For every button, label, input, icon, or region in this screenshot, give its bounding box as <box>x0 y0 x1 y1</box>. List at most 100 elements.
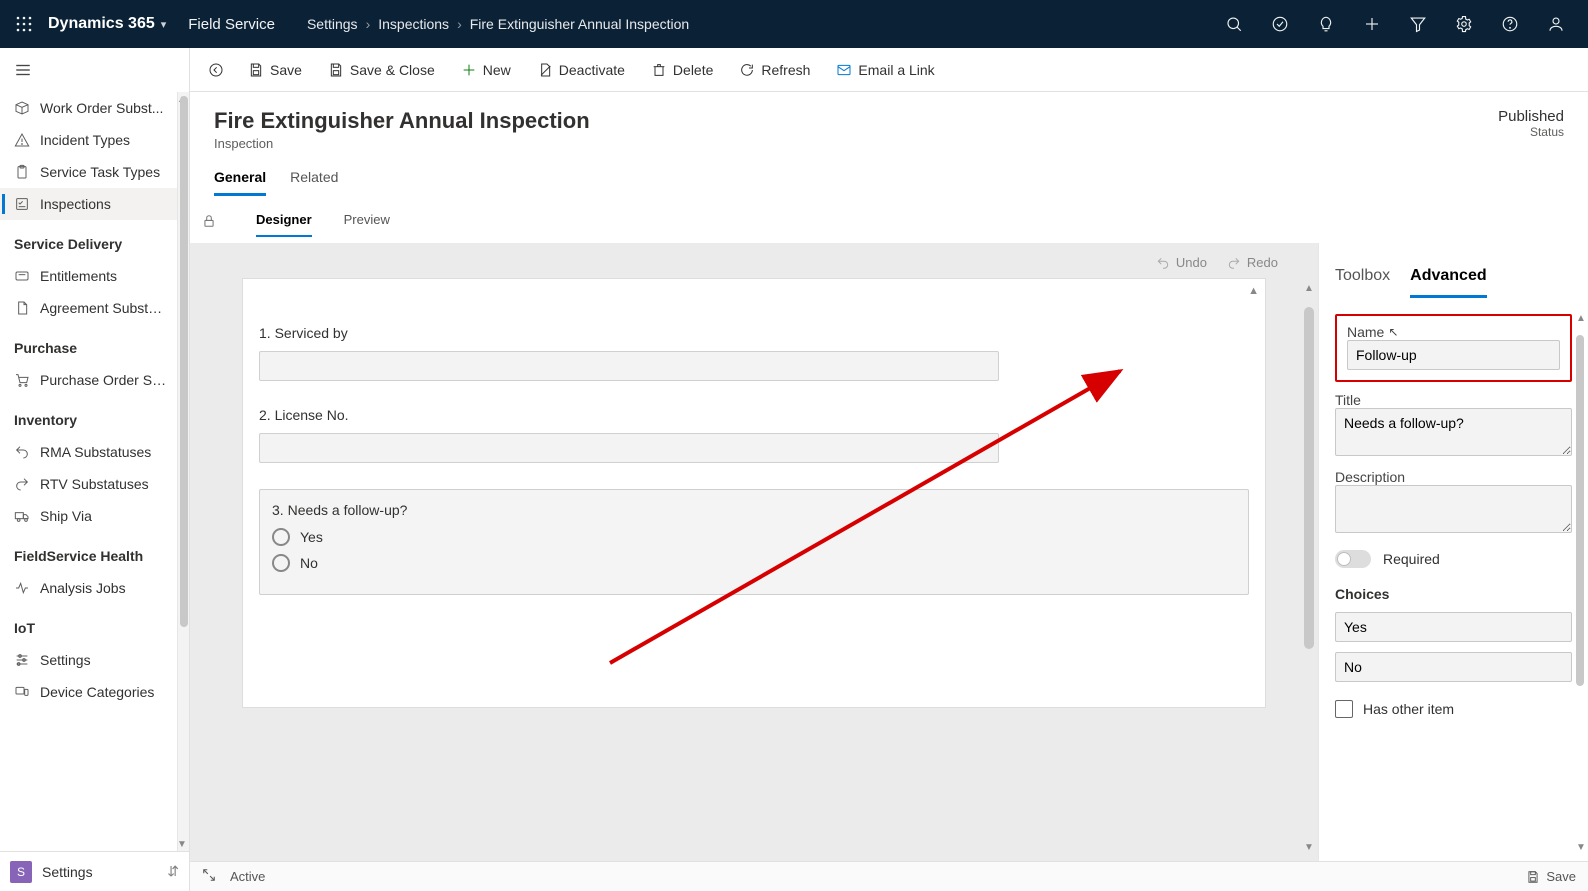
settings-gear-icon[interactable] <box>1442 0 1486 48</box>
sidebar-item-device-categories[interactable]: Device Categories <box>0 676 181 708</box>
nav-section-title: Service Delivery <box>0 220 181 260</box>
add-icon[interactable] <box>1350 0 1394 48</box>
title-input[interactable]: Needs a follow-up? <box>1335 408 1572 456</box>
cursor-icon: ↖ <box>1388 325 1398 339</box>
canvas-column: Undo Redo ▲ 1. Serviced by <box>190 243 1318 861</box>
filter-icon[interactable] <box>1396 0 1440 48</box>
choice-input-1[interactable] <box>1335 652 1572 682</box>
has-other-checkbox[interactable] <box>1335 700 1353 718</box>
return-icon <box>14 444 30 460</box>
sidenav-toggle[interactable] <box>0 48 189 92</box>
undo-button[interactable]: Undo <box>1156 255 1207 270</box>
expand-icon[interactable] <box>202 868 216 885</box>
entity-name: Inspection <box>214 136 590 151</box>
sidebar-item-entitlements[interactable]: Entitlements <box>0 260 181 292</box>
question-2[interactable]: 2. License No. <box>259 407 1249 463</box>
chevron-up-icon[interactable]: ▲ <box>1304 283 1314 294</box>
radio-option-yes[interactable]: Yes <box>272 528 1236 546</box>
save_close-button[interactable]: Save & Close <box>318 56 445 84</box>
cmd-label: Email a Link <box>858 62 934 78</box>
scrollbar-thumb[interactable] <box>180 96 188 627</box>
sidenav-scroll[interactable]: Work Order Subst...Incident Types Service… <box>0 92 189 851</box>
name-input[interactable] <box>1347 340 1560 370</box>
sidebar-item-rma-substatuses[interactable]: RMA Substatuses <box>0 436 181 468</box>
page-title: Fire Extinguisher Annual Inspection <box>214 108 590 134</box>
crumb-1[interactable]: Inspections <box>378 16 449 32</box>
sidebar-item-ship-via[interactable]: Ship Via <box>0 500 181 532</box>
chevron-down-icon[interactable]: ▼ <box>1576 842 1586 853</box>
delete-button[interactable]: Delete <box>641 56 723 84</box>
canvas-scroll[interactable]: ▲ 1. Serviced by 2. License No. 3. Needs <box>190 278 1318 861</box>
question-3-selected[interactable]: 3. Needs a follow-up? Yes No <box>259 489 1249 595</box>
tab-related[interactable]: Related <box>290 169 338 196</box>
required-row: Required <box>1335 550 1572 568</box>
choice-input-0[interactable] <box>1335 612 1572 642</box>
tab-general[interactable]: General <box>214 169 266 196</box>
sidebar-item-label: RMA Substatuses <box>40 444 167 460</box>
truck-icon <box>14 508 30 524</box>
name-field-highlight: Name ↖ <box>1335 314 1572 382</box>
prop-tab-advanced[interactable]: Advanced <box>1410 267 1486 298</box>
sidenav-area-switcher[interactable]: S Settings ⇵ <box>0 851 189 891</box>
sidebar-item-agreement-substa[interactable]: Agreement Substa... <box>0 292 181 324</box>
user-icon[interactable] <box>1534 0 1578 48</box>
save-button[interactable]: Save <box>238 56 312 84</box>
updown-icon: ⇵ <box>167 863 179 880</box>
subtab-designer[interactable]: Designer <box>256 206 312 237</box>
cart-icon <box>14 372 30 388</box>
collapse-icon[interactable]: ▲ <box>1248 285 1259 297</box>
breadcrumb: Settings › Inspections › Fire Extinguish… <box>307 16 689 32</box>
brand-switcher[interactable]: Dynamics 365 ▾ <box>46 15 166 33</box>
quick-save-label: Save <box>1546 869 1576 884</box>
help-icon[interactable] <box>1488 0 1532 48</box>
chevron-down-icon[interactable]: ▼ <box>1304 842 1314 853</box>
crumb-0[interactable]: Settings <box>307 16 358 32</box>
sidebar-item-inspections[interactable]: Inspections <box>0 188 181 220</box>
task-target-icon[interactable] <box>1258 0 1302 48</box>
chevron-up-icon[interactable]: ▲ <box>1576 313 1586 324</box>
canvas-scrollbar[interactable]: ▲ ▼ <box>1304 283 1314 853</box>
choices-label: Choices <box>1335 586 1572 602</box>
sidebar-item-settings[interactable]: Settings <box>0 644 181 676</box>
warning-icon <box>14 132 30 148</box>
nav-section-title: IoT <box>0 604 181 644</box>
scrollbar-thumb[interactable] <box>1576 335 1584 686</box>
question-1[interactable]: 1. Serviced by <box>259 325 1249 381</box>
app-launcher[interactable] <box>10 10 38 38</box>
app-body: Work Order Subst...Incident Types Service… <box>0 48 1588 891</box>
description-input[interactable] <box>1335 485 1572 533</box>
back-button[interactable] <box>198 56 234 84</box>
sidebar-item-rtv-substatuses[interactable]: RTV Substatuses <box>0 468 181 500</box>
crumb-2[interactable]: Fire Extinguisher Annual Inspection <box>470 16 689 32</box>
sidebar-item-label: Service Task Types <box>40 164 167 180</box>
quick-save[interactable]: Save <box>1526 869 1576 884</box>
sidebar-item-work-order-subst[interactable]: Work Order Subst... <box>0 92 181 124</box>
sidebar-item-label: Settings <box>40 652 167 668</box>
new-button[interactable]: New <box>451 56 521 84</box>
required-toggle[interactable] <box>1335 550 1371 568</box>
prop-tab-toolbox[interactable]: Toolbox <box>1335 267 1390 298</box>
sidebar-item-service-task-types[interactable]: Service Task Types <box>0 156 181 188</box>
chevron-down-icon[interactable]: ▼ <box>177 839 187 849</box>
scrollbar-thumb[interactable] <box>1304 307 1314 649</box>
form-tabs: General Related <box>190 151 1588 196</box>
question-2-input[interactable] <box>259 433 999 463</box>
question-1-input[interactable] <box>259 351 999 381</box>
sidebar-item-purchase-order-su[interactable]: Purchase Order Su... <box>0 364 181 396</box>
sidenav-scrollbar[interactable]: ▲ ▼ <box>177 92 189 851</box>
email-button[interactable]: Email a Link <box>826 56 944 84</box>
has-other-label: Has other item <box>1363 701 1454 717</box>
deactivate-button[interactable]: Deactivate <box>527 56 635 84</box>
properties-scrollbar[interactable]: ▲ ▼ <box>1576 313 1586 853</box>
search-icon[interactable] <box>1212 0 1256 48</box>
doc-icon <box>14 300 30 316</box>
refresh-button[interactable]: Refresh <box>729 56 820 84</box>
sidebar-item-analysis-jobs[interactable]: Analysis Jobs <box>0 572 181 604</box>
redo-button[interactable]: Redo <box>1227 255 1278 270</box>
lightbulb-icon[interactable] <box>1304 0 1348 48</box>
chevron-down-icon: ▾ <box>161 18 167 31</box>
sidebar-item-incident-types[interactable]: Incident Types <box>0 124 181 156</box>
subtab-preview[interactable]: Preview <box>344 206 390 237</box>
brand-name: Dynamics 365 <box>48 15 155 33</box>
radio-option-no[interactable]: No <box>272 554 1236 572</box>
